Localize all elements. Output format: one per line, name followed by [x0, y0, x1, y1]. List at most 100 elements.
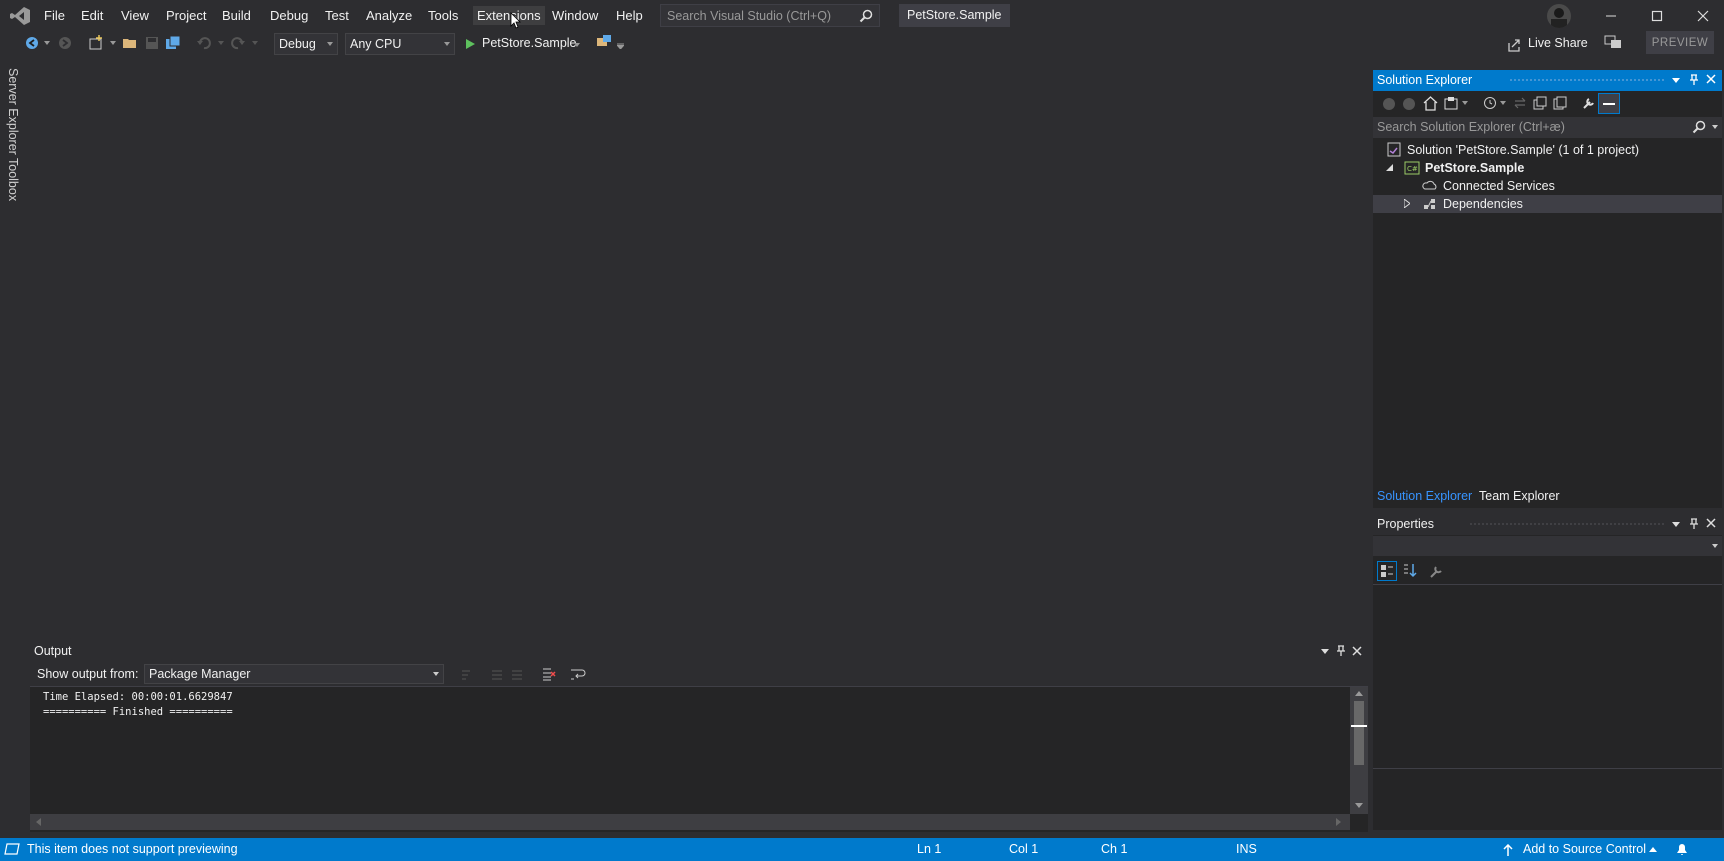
pin-icon[interactable]	[1689, 74, 1703, 88]
minimize-icon[interactable]	[1591, 4, 1631, 28]
search-placeholder: Search Visual Studio (Ctrl+Q)	[667, 9, 832, 23]
tree-item-dependencies[interactable]: Dependencies	[1373, 195, 1722, 213]
feedback-icon[interactable]	[1604, 34, 1622, 50]
find-message-in-code-icon[interactable]	[460, 667, 474, 681]
live-share-label: Live Share	[1528, 36, 1588, 50]
configuration-dropdown[interactable]: Debug	[274, 33, 338, 55]
chevron-down-icon[interactable]	[110, 41, 116, 45]
solution-explorer-header[interactable]: Solution Explorer	[1373, 70, 1722, 91]
scroll-right-icon[interactable]	[1336, 818, 1341, 826]
chevron-down-icon[interactable]	[252, 41, 258, 45]
scroll-left-icon[interactable]	[36, 818, 41, 826]
alphabetical-icon[interactable]	[1401, 562, 1419, 580]
notifications-bell-icon[interactable]	[1675, 842, 1689, 857]
platform-dropdown[interactable]: Any CPU	[345, 33, 455, 55]
status-message-icon	[4, 842, 20, 856]
collapsed-triangle-icon[interactable]	[1404, 199, 1410, 208]
properties-wrench-icon[interactable]	[1582, 96, 1596, 110]
menu-window[interactable]: Window	[552, 6, 598, 25]
close-icon[interactable]	[1706, 518, 1720, 532]
scroll-up-icon[interactable]	[1355, 691, 1363, 696]
standard-toolbar: Debug Any CPU PetStore.Sample Live Share	[0, 31, 1724, 57]
save-all-icon[interactable]	[165, 35, 181, 51]
categorized-icon[interactable]	[1377, 561, 1397, 581]
pin-icon[interactable]	[1336, 645, 1346, 657]
scroll-down-icon[interactable]	[1355, 803, 1363, 808]
tree-item-project[interactable]: C# PetStore.Sample	[1373, 159, 1722, 177]
window-position-icon[interactable]	[1672, 522, 1686, 536]
clear-all-icon[interactable]	[542, 667, 556, 681]
pin-icon[interactable]	[1689, 518, 1703, 532]
solution-search-input[interactable]: Search Solution Explorer (Ctrl+æ)	[1373, 117, 1722, 138]
pending-changes-filter-icon[interactable]	[1483, 96, 1497, 110]
output-header[interactable]: Output	[30, 640, 1368, 662]
chevron-down-icon[interactable]	[1712, 125, 1718, 129]
close-icon[interactable]	[1352, 646, 1362, 656]
tree-item-connected-services[interactable]: Connected Services	[1373, 177, 1722, 195]
show-all-files-icon[interactable]	[1553, 96, 1567, 110]
next-message-icon[interactable]	[510, 667, 524, 681]
platform-value: Any CPU	[350, 37, 402, 51]
toolbar-overflow-icon[interactable]	[617, 43, 624, 49]
collapse-all-icon[interactable]	[1533, 96, 1547, 110]
menu-build[interactable]: Build	[222, 6, 251, 25]
window-position-icon[interactable]	[1672, 78, 1686, 92]
home-icon[interactable]	[1423, 96, 1438, 111]
forward-icon[interactable]	[1402, 97, 1416, 111]
search-input[interactable]: Search Visual Studio (Ctrl+Q)	[660, 4, 880, 27]
word-wrap-icon[interactable]	[570, 667, 586, 681]
menu-help[interactable]: Help	[616, 6, 643, 25]
switch-views-icon[interactable]	[1444, 96, 1460, 111]
chevron-down-icon	[433, 672, 439, 676]
save-icon[interactable]	[144, 35, 160, 51]
menu-edit[interactable]: Edit	[81, 6, 103, 25]
chevron-down-icon[interactable]	[574, 43, 580, 47]
scrollbar-thumb[interactable]	[1354, 701, 1364, 765]
menu-extensions[interactable]: Extensions	[473, 6, 545, 25]
properties-header[interactable]: Properties	[1373, 514, 1722, 535]
tab-server-explorer[interactable]: Server Explorer	[6, 68, 20, 155]
menu-view[interactable]: View	[121, 6, 149, 25]
chevron-down-icon[interactable]	[44, 41, 50, 45]
menu-debug[interactable]: Debug	[270, 6, 308, 25]
chevron-down-icon[interactable]	[1712, 544, 1718, 548]
chevron-down-icon[interactable]	[218, 41, 224, 45]
chevron-down-icon[interactable]	[1500, 101, 1506, 105]
tree-item-solution[interactable]: Solution 'PetStore.Sample' (1 of 1 proje…	[1373, 141, 1722, 159]
tab-toolbox[interactable]: Toolbox	[6, 158, 20, 201]
previous-message-icon[interactable]	[490, 667, 504, 681]
menu-tools[interactable]: Tools	[428, 6, 458, 25]
menu-test[interactable]: Test	[325, 6, 349, 25]
navigate-forward-icon[interactable]	[57, 35, 73, 51]
window-position-icon[interactable]	[1321, 649, 1329, 654]
live-share-icon	[1506, 37, 1522, 53]
chevron-down-icon[interactable]	[1462, 101, 1468, 105]
tab-solution-explorer[interactable]: Solution Explorer	[1377, 489, 1472, 503]
connected-services-icon	[1422, 178, 1438, 194]
expanded-triangle-icon[interactable]	[1386, 164, 1393, 171]
output-horizontal-scrollbar[interactable]	[30, 814, 1350, 830]
close-icon[interactable]	[1706, 74, 1720, 88]
close-icon[interactable]	[1683, 4, 1723, 28]
maximize-icon[interactable]	[1637, 4, 1677, 28]
output-toolbar: Show output from: Package Manager	[30, 662, 1368, 686]
output-source-dropdown[interactable]: Package Manager	[144, 664, 444, 684]
new-project-icon[interactable]	[88, 35, 104, 51]
undo-icon[interactable]	[196, 35, 212, 51]
output-vertical-scrollbar[interactable]	[1350, 687, 1368, 814]
menu-file[interactable]: File	[44, 6, 65, 25]
preview-button[interactable]: PREVIEW	[1646, 31, 1714, 54]
property-pages-icon[interactable]	[1429, 563, 1445, 579]
open-folder-icon[interactable]	[122, 35, 138, 51]
preview-selected-items-icon[interactable]	[1598, 93, 1620, 114]
sync-with-document-icon[interactable]	[1513, 96, 1527, 110]
tab-team-explorer[interactable]: Team Explorer	[1479, 489, 1560, 503]
object-selector-dropdown[interactable]	[1373, 536, 1722, 556]
menu-project[interactable]: Project	[166, 6, 206, 25]
avatar[interactable]	[1547, 4, 1571, 28]
navigate-back-icon[interactable]	[24, 35, 40, 51]
menu-analyze[interactable]: Analyze	[366, 6, 412, 25]
redo-icon[interactable]	[230, 35, 246, 51]
find-in-files-icon[interactable]	[596, 34, 612, 50]
back-icon[interactable]	[1382, 97, 1396, 111]
